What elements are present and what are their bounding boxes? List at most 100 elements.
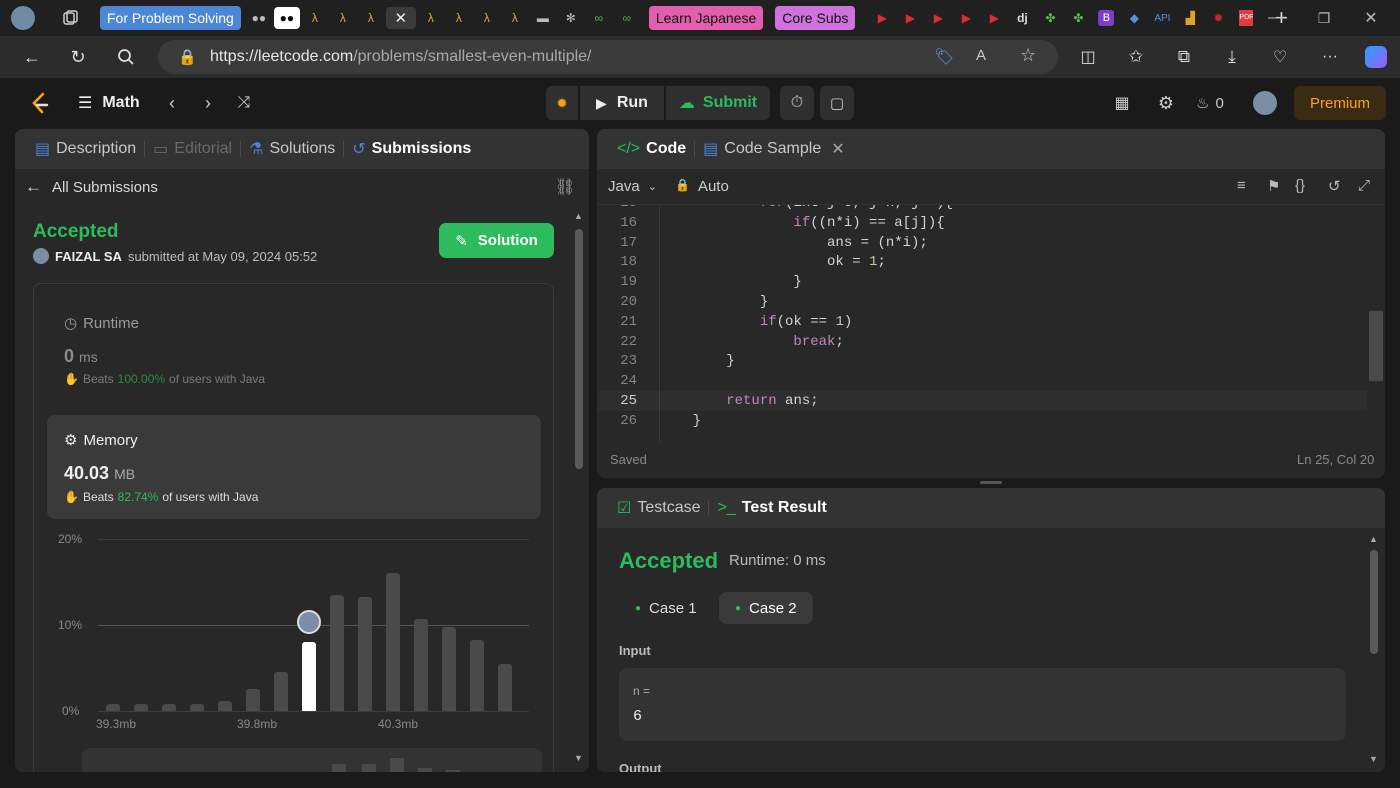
- youtube-tab-icon-4[interactable]: ▶: [953, 7, 979, 29]
- lambda-tab-icon-5[interactable]: λ: [446, 7, 472, 29]
- layout-icon[interactable]: ▦: [1110, 91, 1134, 115]
- minimize-window-icon[interactable]: —: [1263, 7, 1289, 29]
- favorite-star-icon[interactable]: ☆: [1020, 45, 1036, 66]
- scroll-down-icon[interactable]: ▼: [1369, 754, 1379, 766]
- code-line[interactable]: 15 for(int j=0; j<n; j++){: [597, 205, 1367, 213]
- performance-icon[interactable]: ♡: [1260, 37, 1300, 77]
- code-line[interactable]: 18 ok = 1;: [597, 252, 1367, 272]
- chart-bar-highlight[interactable]: [302, 642, 316, 711]
- autocomplete-mode[interactable]: 🔒 Auto: [675, 178, 729, 195]
- code-line[interactable]: 16 if((n*i) == a[j]){: [597, 213, 1367, 233]
- chart-bar[interactable]: [190, 704, 204, 711]
- chart-bar[interactable]: [162, 704, 176, 711]
- solution-button[interactable]: ✎ Solution: [439, 223, 554, 258]
- lambda-tab-icon-3[interactable]: λ: [358, 7, 384, 29]
- lambda-tab-icon-7[interactable]: λ: [502, 7, 528, 29]
- youtube-tab-icon-2[interactable]: ▶: [897, 7, 923, 29]
- user-avatar[interactable]: [1253, 91, 1277, 115]
- link-tab-icon-2[interactable]: ∞: [614, 7, 640, 29]
- your-submission-avatar[interactable]: [297, 610, 321, 635]
- url-bar[interactable]: 🔒 https://leetcode.com/problems/smallest…: [158, 40, 1058, 74]
- case-1-button[interactable]: ● Case 1: [619, 592, 713, 624]
- next-problem-icon[interactable]: ›: [196, 91, 220, 115]
- tab-group-learn-japanese[interactable]: Learn Japanese: [648, 6, 764, 30]
- reset-code-icon[interactable]: ↺: [1328, 177, 1341, 195]
- chart-bar[interactable]: [470, 640, 484, 711]
- close-window-icon[interactable]: ✕: [1358, 7, 1384, 29]
- language-select[interactable]: Java ⌄: [608, 178, 657, 195]
- refresh-icon[interactable]: ↻: [58, 37, 98, 77]
- submit-button[interactable]: ☁ Submit: [666, 86, 770, 120]
- downloads-icon[interactable]: ⤓: [1212, 37, 1252, 77]
- copilot-icon[interactable]: [1356, 37, 1396, 77]
- braces-icon[interactable]: {}: [1295, 177, 1305, 194]
- code-line[interactable]: 26 }: [597, 411, 1367, 431]
- code-line[interactable]: 22 break;: [597, 332, 1367, 352]
- result-scrollbar-thumb[interactable]: [1370, 550, 1378, 654]
- django-tab-icon[interactable]: dj: [1009, 7, 1035, 29]
- lambda-tab-icon-6[interactable]: λ: [474, 7, 500, 29]
- scroll-up-icon[interactable]: ▲: [574, 211, 584, 223]
- chart-bar[interactable]: [246, 688, 260, 711]
- leetcode-logo-icon[interactable]: [26, 90, 54, 118]
- chart-bar[interactable]: [218, 700, 232, 711]
- cube-tab-icon[interactable]: ◆: [1121, 7, 1147, 29]
- split-screen-icon[interactable]: ◫: [1068, 37, 1108, 77]
- case-2-button[interactable]: ● Case 2: [719, 592, 813, 624]
- tab-group-core-subs[interactable]: Core Subs: [775, 6, 856, 30]
- fullscreen-icon[interactable]: ⤢: [1358, 177, 1370, 194]
- format-lines-icon[interactable]: ≡: [1237, 177, 1246, 194]
- pdf-tab-icon[interactable]: PDF: [1233, 7, 1259, 29]
- left-scrollbar-thumb[interactable]: [575, 229, 583, 469]
- chart-bar[interactable]: [330, 594, 344, 711]
- code-area[interactable]: 15 for(int j=0; j<n; j++){16 if((n*i) ==…: [597, 205, 1369, 443]
- bookmark-icon[interactable]: ⚑: [1267, 177, 1280, 195]
- lambda-tab-icon-4[interactable]: λ: [418, 7, 444, 29]
- code-line[interactable]: 19 }: [597, 272, 1367, 292]
- collections-icon[interactable]: ⧉: [1164, 37, 1204, 77]
- chart-bar[interactable]: [274, 672, 288, 711]
- code-line[interactable]: 25 return ans;: [597, 391, 1367, 411]
- youtube-tab-icon-3[interactable]: ▶: [925, 7, 951, 29]
- code-line[interactable]: 24: [597, 371, 1367, 391]
- more-options-icon[interactable]: ···: [1310, 37, 1350, 77]
- code-line[interactable]: 21 if(ok == 1): [597, 312, 1367, 332]
- read-aloud-icon[interactable]: A: [976, 47, 986, 64]
- tab-description[interactable]: ▤ Description: [27, 139, 144, 159]
- workspaces-icon[interactable]: [57, 7, 83, 29]
- tab-submissions[interactable]: ↺ Submissions: [344, 139, 479, 159]
- profile-avatar-icon[interactable]: [8, 6, 38, 30]
- tab-testcase[interactable]: ☑ Testcase: [609, 498, 708, 518]
- chart-bar[interactable]: [386, 573, 400, 711]
- link-tab-icon[interactable]: ∞: [586, 7, 612, 29]
- restore-window-icon[interactable]: ❐: [1311, 7, 1337, 29]
- chart-tab-icon[interactable]: ▟: [1177, 7, 1203, 29]
- code-line[interactable]: 20 }: [597, 292, 1367, 312]
- premium-button[interactable]: Premium: [1294, 86, 1386, 120]
- chart-bar[interactable]: [106, 704, 120, 711]
- timer-icon[interactable]: ⏱: [780, 86, 814, 120]
- notes-icon[interactable]: ▢: [820, 86, 854, 120]
- chart-bar[interactable]: [358, 597, 372, 711]
- resize-handle[interactable]: [980, 481, 1002, 484]
- prev-problem-icon[interactable]: ‹: [160, 91, 184, 115]
- settings-gear-icon[interactable]: ⚙: [1154, 91, 1178, 115]
- tab-code-sample[interactable]: ▤ Code Sample ✕: [695, 139, 852, 159]
- tab-code[interactable]: </> Code: [609, 140, 694, 158]
- random-problem-icon[interactable]: ⤨: [232, 91, 256, 115]
- medium-tab-icon[interactable]: ●●: [246, 7, 272, 29]
- bootstrap-tab-icon[interactable]: B: [1093, 7, 1119, 29]
- debug-icon[interactable]: ✹: [546, 86, 578, 120]
- gear-tab-icon[interactable]: ✻: [558, 7, 584, 29]
- search-icon[interactable]: [106, 37, 146, 77]
- editor-scrollbar-thumb[interactable]: [1369, 311, 1383, 381]
- youtube-tab-icon[interactable]: ▶: [869, 7, 895, 29]
- chart-bar[interactable]: [134, 704, 148, 711]
- tab-solutions[interactable]: ⚗ Solutions: [241, 139, 343, 159]
- lambda-tab-icon-2[interactable]: λ: [330, 7, 356, 29]
- streak-counter[interactable]: ♨ 0: [1196, 91, 1224, 115]
- clover-tab-icon[interactable]: ✤: [1037, 7, 1063, 29]
- scroll-down-icon[interactable]: ▼: [574, 753, 584, 765]
- youtube-tab-icon-5[interactable]: ▶: [981, 7, 1007, 29]
- chart-bar[interactable]: [442, 626, 456, 711]
